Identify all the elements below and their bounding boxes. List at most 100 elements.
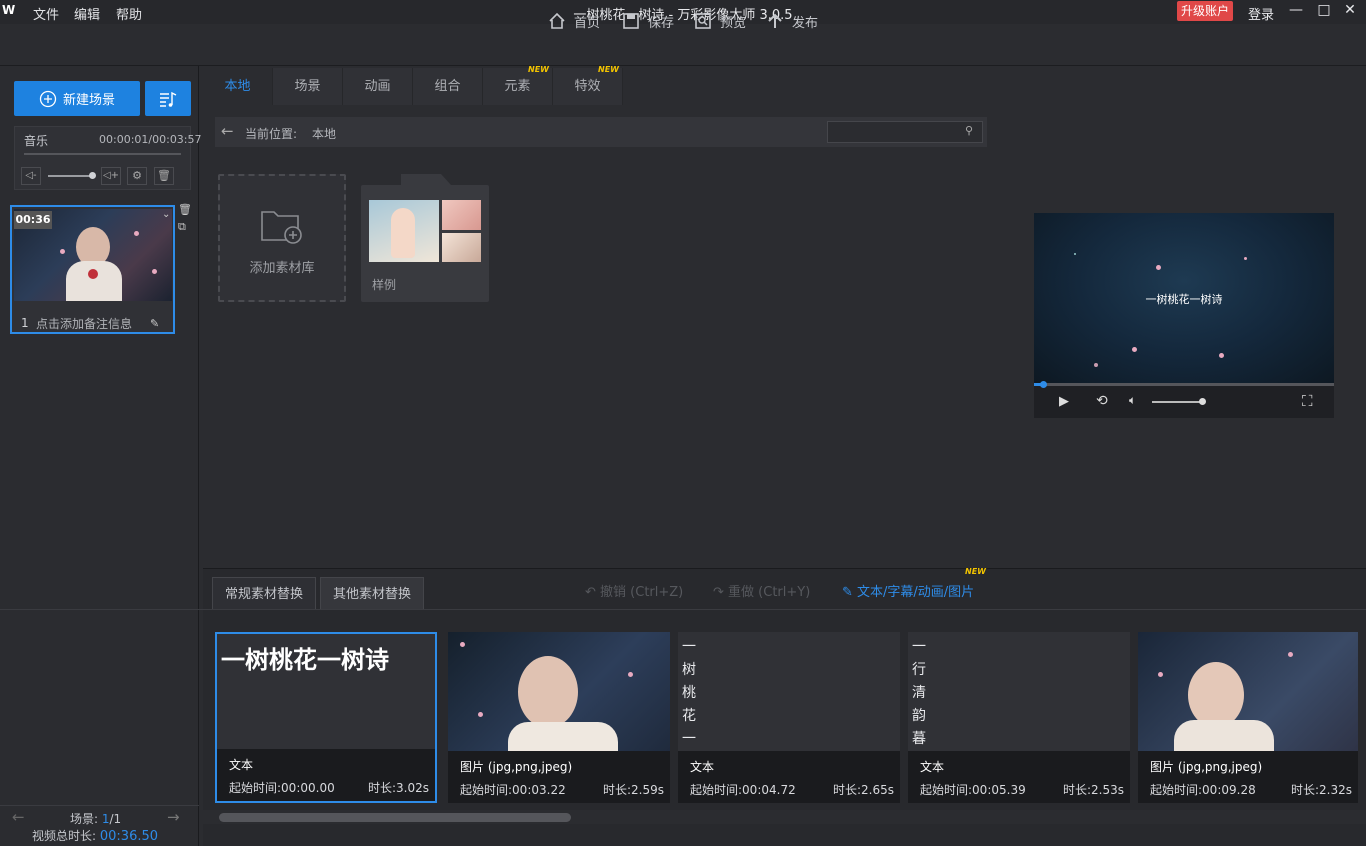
trash-icon[interactable]: 🗑 — [154, 167, 174, 185]
card-type: 图片 (jpg,png,jpeg) — [460, 760, 573, 774]
redo-button[interactable]: ↷ 重做 (Ctrl+Y) — [713, 581, 810, 600]
total-duration-value: 00:36.50 — [99, 829, 159, 844]
tab-other-replace[interactable]: 其他素材替换 — [320, 577, 425, 610]
card-duration: 时长:3.02s — [367, 781, 429, 795]
card-text-preview: 一树桃花一树诗 — [221, 646, 389, 674]
prev-scene-icon[interactable]: ← — [12, 808, 25, 826]
total-duration-label: 视频总时长: — [32, 829, 97, 843]
tab-animation[interactable]: 动画 — [343, 68, 413, 105]
card-start-time: 起始时间:00:03.22 — [460, 783, 566, 797]
plus-circle-icon — [39, 90, 57, 107]
minimize-icon[interactable]: — — [1286, 2, 1306, 22]
scene-collapse-icon[interactable]: ⌄ — [162, 209, 170, 220]
material-card-1[interactable]: 一树桃花一树诗 文本 起始时间:00:00.00 时长:3.02s — [215, 632, 437, 803]
material-card-2[interactable]: 图片 (jpg,png,jpeg) 起始时间:00:03.22 时长:2.59s — [448, 632, 670, 803]
upgrade-account-button[interactable]: 升级账户 — [1177, 1, 1233, 21]
new-scene-button[interactable]: 新建场景 — [14, 81, 140, 116]
scene-duration-badge: 00:36 — [14, 211, 52, 229]
fullscreen-icon[interactable]: ⛶ — [1302, 392, 1313, 410]
publish-label: 发布 — [792, 15, 819, 31]
preview-button[interactable]: 预览 — [694, 11, 746, 31]
tab-regular-replace[interactable]: 常规素材替换 — [212, 577, 317, 610]
playback-knob[interactable] — [1040, 381, 1047, 388]
player-controls: ▶ ⟲ 🔈︎ ⛶ — [1034, 381, 1334, 418]
edit-note-icon[interactable]: ✎ — [150, 317, 159, 330]
music-volume-slider[interactable] — [48, 175, 92, 177]
search-icon[interactable]: ⚲ — [965, 124, 973, 137]
card-text-preview: 一树桃花一 — [682, 639, 696, 747]
sample-image-1 — [369, 200, 439, 262]
card-duration: 时长:2.53s — [1062, 783, 1124, 797]
volume-knob[interactable] — [89, 172, 96, 179]
path-value: 本地 — [312, 127, 337, 141]
scene-note[interactable]: 点击添加备注信息 — [36, 315, 132, 332]
music-settings-button[interactable] — [145, 81, 191, 116]
sample-image-3 — [442, 233, 481, 262]
close-icon[interactable]: ✕ — [1340, 2, 1360, 22]
edit-text-label: 文本/字幕/动画/图片 — [857, 585, 975, 600]
card-type: 文本 — [920, 760, 945, 774]
undo-button[interactable]: ↶ 撤销 (Ctrl+Z) — [585, 581, 683, 600]
card-start-time: 起始时间:00:05.39 — [920, 783, 1026, 797]
volume-down-icon[interactable]: ◁- — [21, 167, 41, 185]
gear-icon[interactable]: ⚙ — [127, 167, 147, 185]
portrait-image — [518, 656, 578, 728]
path-label: 当前位置: — [245, 127, 298, 141]
sample-folder[interactable]: 样例 — [361, 174, 489, 302]
save-label: 保存 — [648, 15, 675, 31]
new-badge-edit: NEW — [965, 567, 986, 576]
new-scene-label: 新建场景 — [62, 93, 115, 108]
replay-icon[interactable]: ⟲ — [1096, 393, 1108, 409]
volume-slider[interactable] — [1152, 401, 1204, 403]
save-button[interactable]: 保存 — [622, 11, 674, 31]
copy-scene-icon[interactable]: ⧉ — [178, 220, 186, 234]
library-tabs: 本地 场景 动画 组合 元素 特效 NEW NEW — [203, 65, 623, 105]
card-type: 图片 (jpg,png,jpeg) — [1150, 760, 1263, 774]
card-info: 文本 起始时间:00:04.72 时长:2.65s — [678, 751, 900, 803]
edit-text-link[interactable]: ✎ 文本/字幕/动画/图片 — [842, 581, 974, 600]
scene-card[interactable]: 00:36 ⌄ 1 点击添加备注信息 ✎ — [10, 205, 175, 334]
new-badge-element: NEW — [528, 65, 549, 74]
music-list-icon — [160, 91, 177, 107]
material-card-3[interactable]: 一树桃花一 文本 起始时间:00:04.72 时长:2.65s — [678, 632, 900, 803]
home-button[interactable]: 首页 — [548, 11, 600, 31]
tab-scene[interactable]: 场景 — [273, 68, 343, 105]
scene-count-label: 场景: — [70, 812, 99, 826]
volume-up-icon[interactable]: ◁+ — [101, 167, 121, 185]
music-label: 音乐 — [24, 134, 49, 148]
playback-track[interactable] — [1034, 383, 1334, 386]
scene-counter: 场景: 1/1 — [70, 810, 121, 827]
card-text-preview: 一行清韵暮 — [912, 639, 926, 747]
login-link[interactable]: 登录 — [1248, 4, 1274, 23]
material-card-4[interactable]: 一行清韵暮 文本 起始时间:00:05.39 时长:2.53s — [908, 632, 1130, 803]
card-type: 文本 — [229, 758, 254, 772]
material-card-5[interactable]: 图片 (jpg,png,jpeg) 起始时间:00:09.28 时长:2.32s — [1138, 632, 1358, 803]
undo-label: 撤销 (Ctrl+Z) — [600, 585, 684, 600]
scrollbar-thumb[interactable] — [219, 813, 571, 822]
back-arrow-icon[interactable]: ← — [221, 122, 234, 140]
add-library-tile[interactable]: 添加素材库 — [218, 174, 346, 302]
save-icon — [623, 13, 639, 29]
tab-local[interactable]: 本地 — [203, 68, 273, 105]
volume-slider-knob[interactable] — [1199, 398, 1206, 405]
music-progress[interactable] — [24, 153, 181, 155]
tab-combination[interactable]: 组合 — [413, 68, 483, 105]
maximize-icon[interactable]: □ — [1314, 2, 1334, 22]
play-icon[interactable]: ▶ — [1059, 394, 1069, 409]
card-info: 图片 (jpg,png,jpeg) 起始时间:00:09.28 时长:2.32s — [1138, 751, 1358, 803]
window-title: 一树桃花一树诗 - 万彩影像大师 3.0.5 — [573, 8, 793, 23]
add-library-label: 添加素材库 — [249, 261, 315, 276]
next-scene-icon[interactable]: → — [167, 808, 180, 826]
home-icon — [549, 12, 565, 29]
volume-icon[interactable]: 🔈︎ — [1129, 393, 1136, 408]
publish-button[interactable]: 发布 — [766, 11, 818, 31]
card-duration: 时长:2.59s — [602, 783, 664, 797]
main-toolbar — [0, 24, 1366, 66]
pencil-icon: ✎ — [842, 585, 853, 600]
sample-image-2 — [442, 200, 481, 230]
delete-scene-icon[interactable]: 🗑 — [178, 203, 192, 216]
undo-icon: ↶ — [585, 585, 596, 600]
card-info: 图片 (jpg,png,jpeg) 起始时间:00:03.22 时长:2.59s — [448, 751, 670, 803]
add-folder-icon — [261, 211, 302, 244]
search-input[interactable] — [827, 121, 983, 143]
